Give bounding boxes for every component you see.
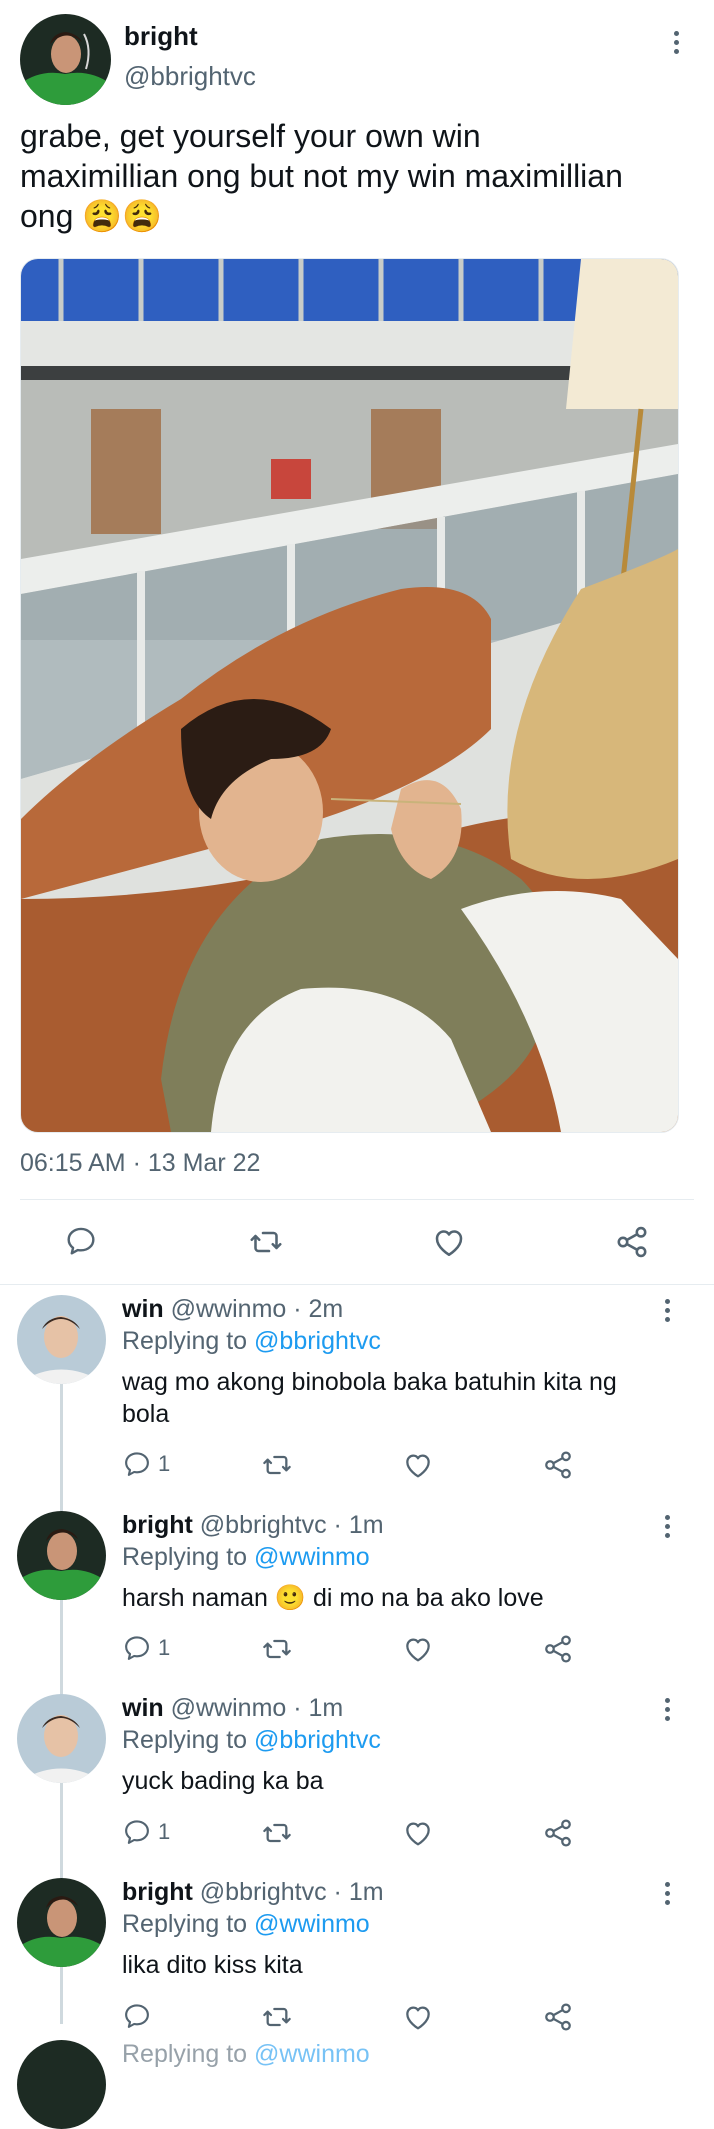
weary-emoji: 😩😩 [82, 198, 162, 234]
reply-time: 1m [308, 1694, 344, 1722]
share-icon[interactable] [542, 2001, 574, 2033]
share-icon[interactable] [542, 1633, 574, 1665]
like-icon[interactable] [402, 2001, 434, 2033]
tweet-text: grabe, get yourself your own win maximil… [20, 118, 623, 234]
reply-count: 1 [158, 1635, 171, 1660]
like-icon[interactable] [402, 1817, 434, 1849]
reply-header: win @wwinmo · 2m [122, 1295, 344, 1323]
share-icon[interactable] [542, 1817, 574, 1849]
reply-button[interactable] [122, 2001, 158, 2031]
replying-to-link[interactable]: @wwinmo [254, 1910, 370, 1938]
reply-header: bright @bbrightvc · 1m [122, 1878, 384, 1906]
reply-avatar[interactable] [17, 1694, 106, 1783]
reply-icon [122, 1817, 152, 1847]
replying-to: Replying to @bbrightvc [122, 1726, 381, 1754]
replying-to-link[interactable]: @wwinmo [254, 2040, 370, 2068]
reply-avatar[interactable] [17, 1511, 106, 1600]
retweet-icon[interactable] [261, 1633, 293, 1665]
reply-author-handle[interactable]: @bbrightvc [200, 1878, 327, 1906]
reply-count: 1 [158, 1819, 171, 1844]
reply-avatar[interactable] [17, 2040, 106, 2129]
reply-avatar[interactable] [17, 1878, 106, 1967]
reply-icon[interactable] [64, 1224, 98, 1258]
reply-icon [122, 1449, 152, 1479]
reply-author-name[interactable]: win [122, 1295, 164, 1323]
divider [20, 1199, 694, 1200]
reply-author-name[interactable]: win [122, 1694, 164, 1722]
more-icon[interactable] [655, 1294, 679, 1326]
retweet-icon[interactable] [261, 1817, 293, 1849]
reply-time: 1m [348, 1878, 384, 1906]
reply-author-name[interactable]: bright [122, 1511, 193, 1539]
slight-smile-emoji: 🙂 [274, 1584, 307, 1612]
author-handle[interactable]: @bbrightvc [124, 60, 256, 92]
reply-button[interactable]: 1 [122, 1817, 170, 1847]
retweet-icon[interactable] [261, 2001, 293, 2033]
reply-header: bright @bbrightvc · 1m [122, 1511, 384, 1539]
more-icon[interactable] [655, 1510, 679, 1542]
replying-to: Replying to @bbrightvc [122, 1327, 381, 1355]
like-icon[interactable] [431, 1224, 467, 1260]
reply-author-handle[interactable]: @wwinmo [171, 1694, 287, 1722]
reply-text: wag mo akong binobola baka batuhin kita … [122, 1368, 617, 1428]
reply-icon [122, 2001, 152, 2031]
reply-button[interactable]: 1 [122, 1449, 170, 1479]
reply-time: 1m [348, 1511, 384, 1539]
retweet-icon[interactable] [248, 1224, 284, 1260]
more-icon[interactable] [655, 1877, 679, 1909]
reply-header: win @wwinmo · 1m [122, 1694, 344, 1722]
share-icon[interactable] [542, 1449, 574, 1481]
reply-count: 1 [158, 1451, 171, 1476]
reply-author-handle[interactable]: @bbrightvc [200, 1511, 327, 1539]
replying-to-link[interactable]: @bbrightvc [254, 1726, 381, 1754]
replying-to-link[interactable]: @bbrightvc [254, 1327, 381, 1355]
reply-author-handle[interactable]: @wwinmo [171, 1295, 287, 1323]
divider [0, 1284, 714, 1285]
reply-text: yuck bading ka ba [122, 1767, 324, 1795]
more-icon[interactable] [655, 1693, 679, 1725]
replying-to: Replying to @wwinmo [122, 2040, 370, 2068]
reply-text: lika dito kiss kita [122, 1951, 303, 1979]
reply-button[interactable]: 1 [122, 1633, 170, 1663]
like-icon[interactable] [402, 1633, 434, 1665]
tweet-actions [0, 1222, 714, 1262]
like-icon[interactable] [402, 1449, 434, 1481]
tweet-timestamp: 06:15 AM · 13 Mar 22 [20, 1149, 261, 1177]
replying-to-link[interactable]: @wwinmo [254, 1543, 370, 1571]
reply-text: harsh naman 🙂 di mo na ba ako love [122, 1584, 544, 1612]
tweet-photo[interactable] [20, 258, 679, 1133]
reply-time: 2m [308, 1295, 344, 1323]
replying-to: Replying to @wwinmo [122, 1910, 370, 1938]
reply-author-name[interactable]: bright [122, 1878, 193, 1906]
replying-to: Replying to @wwinmo [122, 1543, 370, 1571]
share-icon[interactable] [614, 1224, 650, 1260]
retweet-icon[interactable] [261, 1449, 293, 1481]
reply-icon [122, 1633, 152, 1663]
more-icon[interactable] [664, 26, 688, 58]
author-name[interactable]: bright [124, 20, 198, 52]
author-avatar[interactable] [20, 14, 111, 105]
reply-avatar[interactable] [17, 1295, 106, 1384]
